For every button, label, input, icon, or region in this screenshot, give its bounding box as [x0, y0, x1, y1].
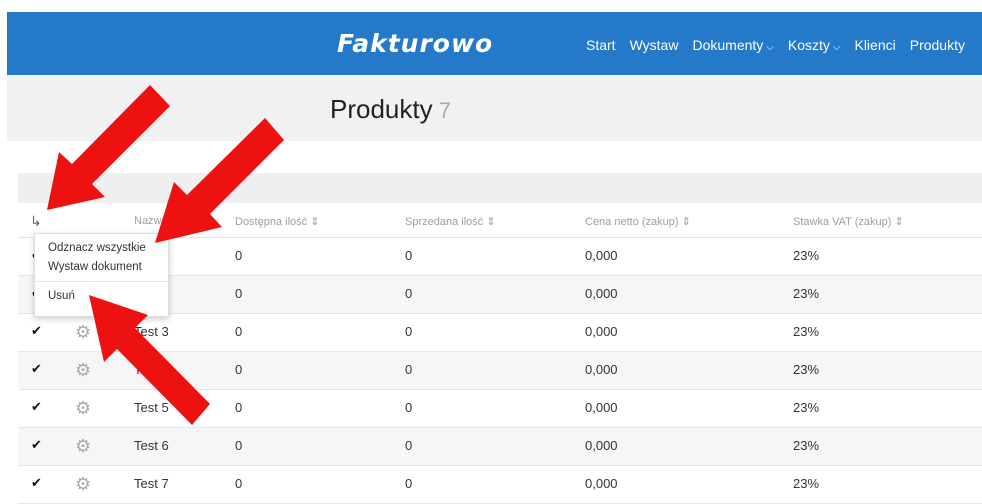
cell-vat: 23%	[793, 286, 820, 301]
main-nav: Start Wystaw Dokumenty ⌵ Koszty ⌵ Klienci …	[586, 37, 979, 53]
nav-koszty-label: Koszty	[787, 37, 830, 53]
table-row[interactable]: ✔ ⚙ Test 5 0 0 0,000 23%	[18, 390, 982, 428]
cell-vat: 23%	[793, 248, 820, 263]
col-header-vat[interactable]: Stawka VAT (zakup) ⇕	[793, 215, 904, 228]
menu-item-delete[interactable]: Usuń	[48, 290, 75, 302]
bulk-action-arrow-icon[interactable]: ↳	[30, 213, 42, 230]
checkmark-icon[interactable]: ✔	[31, 399, 42, 415]
cell-available: 0	[235, 286, 243, 301]
checkmark-icon[interactable]: ✔	[31, 437, 42, 453]
page-title: Produkty 7	[330, 94, 451, 125]
nav-produkty-label: Produkty	[909, 37, 965, 53]
table-row[interactable]: ✔ ⚙ Test 6 0 0 0,000 23%	[18, 428, 982, 466]
cell-price: 0,000	[585, 476, 618, 491]
nav-wystaw[interactable]: Wystaw	[630, 37, 679, 53]
table-row[interactable]: ✔ ⚙ Test 3 0 0 0,000 23%	[18, 314, 982, 352]
cell-price: 0,000	[585, 362, 618, 377]
nav-klienci-label: Klienci	[854, 37, 896, 53]
cell-name[interactable]: Test 4	[134, 362, 169, 377]
nav-dokumenty-label: Dokumenty	[692, 37, 764, 53]
chevron-down-icon: ⌵	[832, 42, 841, 53]
gear-icon[interactable]: ⚙	[75, 323, 91, 341]
menu-item-issue-document[interactable]: Wystaw dokument	[48, 261, 142, 273]
cell-available: 0	[235, 476, 243, 491]
col-header-name[interactable]: Nazwa	[134, 215, 168, 227]
cell-available: 0	[235, 324, 243, 339]
bulk-actions-menu: Odznacz wszystkie Wystaw dokument Usuń	[34, 233, 169, 317]
top-navbar: Fakturowo Start Wystaw Dokumenty ⌵ Koszty…	[7, 12, 982, 75]
product-count: 7	[438, 98, 451, 123]
col-header-available[interactable]: Dostępna ilość ⇕	[235, 215, 319, 228]
gear-icon[interactable]: ⚙	[75, 475, 91, 493]
cell-price: 0,000	[585, 438, 618, 453]
nav-start-label: Start	[586, 37, 616, 53]
page-header: Produkty 7	[7, 75, 982, 141]
col-header-price[interactable]: Cena netto (zakup) ⇕	[585, 215, 691, 228]
cell-sold: 0	[405, 362, 413, 377]
page-title-text: Produkty	[330, 94, 433, 124]
cell-available: 0	[235, 438, 243, 453]
nav-koszty[interactable]: Koszty ⌵	[788, 37, 841, 53]
cell-price: 0,000	[585, 286, 618, 301]
checkmark-icon[interactable]: ✔	[31, 361, 42, 377]
cell-vat: 23%	[793, 362, 820, 377]
table-toolbar	[18, 173, 982, 203]
cell-sold: 0	[405, 476, 413, 491]
cell-name[interactable]: Test 7	[134, 476, 169, 491]
gear-icon[interactable]: ⚙	[75, 399, 91, 417]
cell-sold: 0	[405, 438, 413, 453]
cell-vat: 23%	[793, 324, 820, 339]
cell-price: 0,000	[585, 400, 618, 415]
cell-name[interactable]: Test 3	[134, 324, 169, 339]
cell-vat: 23%	[793, 438, 820, 453]
cell-available: 0	[235, 248, 243, 263]
nav-start[interactable]: Start	[586, 37, 616, 53]
checkmark-icon[interactable]: ✔	[31, 323, 42, 339]
nav-wystaw-label: Wystaw	[629, 37, 679, 53]
nav-produkty[interactable]: Produkty	[910, 37, 965, 53]
chevron-down-icon: ⌵	[766, 42, 774, 53]
cell-price: 0,000	[585, 248, 618, 263]
cell-available: 0	[235, 362, 243, 377]
cell-sold: 0	[405, 324, 413, 339]
table-row[interactable]: ✔ ⚙ Test 4 0 0 0,000 23%	[18, 352, 982, 390]
cell-price: 0,000	[585, 324, 618, 339]
cell-sold: 0	[405, 248, 413, 263]
checkmark-icon[interactable]: ✔	[31, 475, 42, 491]
cell-sold: 0	[405, 400, 413, 415]
gear-icon[interactable]: ⚙	[75, 437, 91, 455]
menu-item-deselect-all[interactable]: Odznacz wszystkie	[48, 242, 146, 254]
nav-klienci[interactable]: Klienci	[854, 37, 895, 53]
gear-icon[interactable]: ⚙	[75, 361, 91, 379]
logo[interactable]: Fakturowo	[337, 29, 493, 58]
menu-separator	[35, 281, 168, 282]
cell-available: 0	[235, 400, 243, 415]
cell-vat: 23%	[793, 400, 820, 415]
nav-dokumenty[interactable]: Dokumenty ⌵	[692, 37, 773, 53]
cell-sold: 0	[405, 286, 413, 301]
col-header-sold[interactable]: Sprzedana ilość ⇕	[405, 215, 496, 228]
cell-vat: 23%	[793, 476, 820, 491]
cell-name[interactable]: Test 5	[134, 400, 169, 415]
cell-name[interactable]: Test 6	[134, 438, 169, 453]
table-row[interactable]: ✔ ⚙ Test 7 0 0 0,000 23%	[18, 466, 982, 504]
